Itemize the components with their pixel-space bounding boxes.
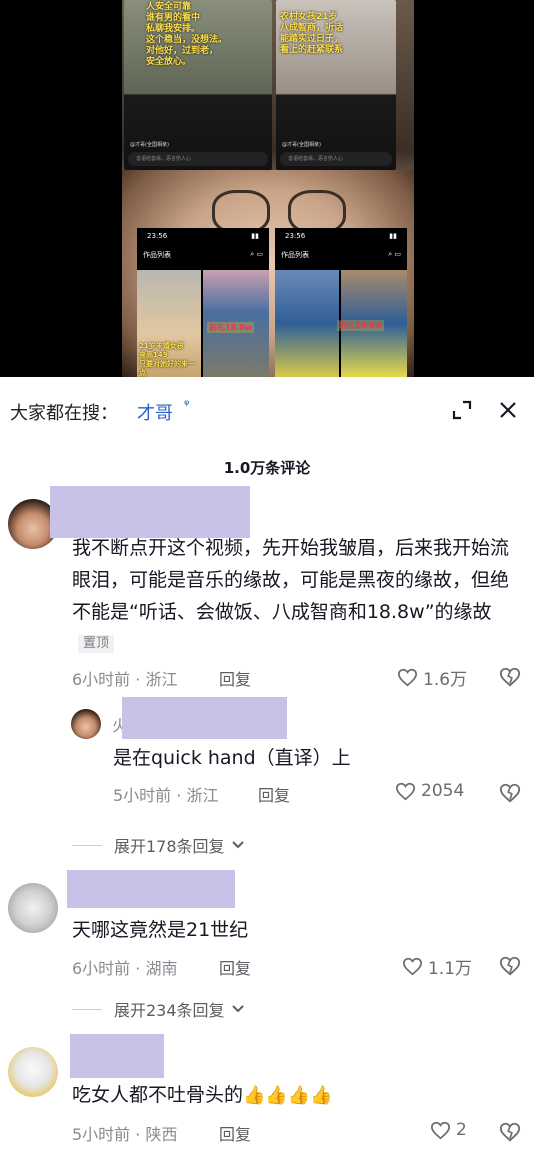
- video-comment-placeholder: 善语结善缘，恶言伤人心: [128, 152, 268, 166]
- reply-time-location: 5小时前 · 浙江: [113, 786, 219, 805]
- expand-replies-button[interactable]: 展开178条回复: [72, 833, 245, 857]
- phone-nav-title: 作品列表: [143, 251, 171, 259]
- price-sticker: 彩礼18.8w: [207, 322, 255, 333]
- like-count: 1.6万: [423, 670, 468, 690]
- dislike-icon[interactable]: [499, 666, 521, 688]
- reply-text[interactable]: 是在quick hand（直译）上: [113, 742, 351, 774]
- video-caption: 农村女孩21岁 八成智商，听话 能踏实过日子， 看上的赶紧联系: [280, 12, 344, 55]
- avatar[interactable]: [8, 1047, 58, 1097]
- dislike-icon[interactable]: [499, 782, 521, 804]
- expand-replies-button[interactable]: 展开234条回复: [72, 997, 245, 1021]
- phone-screenshot: 23:56 ▮▮ 作品列表 ⌕ ▭ 彩礼18.8w: [275, 228, 407, 377]
- dislike-icon[interactable]: [499, 955, 521, 977]
- like-button[interactable]: 2: [430, 1120, 467, 1140]
- chevron-down-icon: [231, 1005, 244, 1013]
- like-button[interactable]: 1.6万: [397, 665, 467, 690]
- avatar[interactable]: [71, 709, 101, 739]
- comment-time-location: 6小时前 · 浙江: [72, 670, 178, 689]
- like-count: 1.1万: [428, 959, 473, 979]
- comment-text[interactable]: 天哪这竟然是21世纪: [72, 914, 248, 946]
- price-sticker: 彩礼18.8w: [337, 320, 385, 331]
- reply-button[interactable]: 回复: [258, 782, 290, 806]
- heart-icon: [397, 668, 418, 687]
- like-button[interactable]: 1.1万: [402, 954, 472, 979]
- comment-time-location: 5小时前 · 陕西: [72, 1125, 178, 1144]
- redacted-username: [67, 870, 235, 908]
- video-player[interactable]: @才哥(全国相亲) 善语结善缘，恶言伤人心 人安全可靠 谁有男的看中 私聊我安排…: [0, 0, 534, 377]
- video-author: @才哥(全国相亲): [282, 142, 321, 148]
- like-count: 2054: [421, 781, 465, 801]
- phone-nav-title: 作品列表: [281, 251, 309, 259]
- search-icon[interactable]: ᵠ: [184, 398, 189, 413]
- like-button[interactable]: 2054: [395, 781, 464, 801]
- comment-count-title: 1.0万条评论: [223, 459, 311, 477]
- comment-text[interactable]: 吃女人都不吐骨头的👍👍👍👍: [72, 1079, 333, 1112]
- video-comment-placeholder: 善语结善缘，恶言伤人心: [280, 152, 392, 166]
- dislike-icon[interactable]: [499, 1121, 521, 1143]
- expand-icon[interactable]: [451, 399, 473, 421]
- thumbnail: [275, 270, 339, 377]
- redacted-username: [122, 697, 287, 739]
- thumbs-up-emoji: 👍👍👍👍: [243, 1085, 333, 1106]
- phone-time: 23:56: [147, 232, 168, 240]
- expand-replies-label: 展开234条回复: [114, 1001, 225, 1020]
- chevron-down-icon: [231, 841, 244, 849]
- thumbnail-caption: 21岁未婚女孩 身高149 只要对她好的来一点: [139, 342, 195, 377]
- video-author: @才哥(全国相亲): [130, 142, 169, 148]
- pinned-badge: 置顶: [78, 635, 115, 653]
- reply-button[interactable]: 回复: [219, 1121, 251, 1145]
- close-icon[interactable]: [497, 399, 519, 421]
- heart-icon: [430, 1121, 451, 1139]
- reply-button[interactable]: 回复: [219, 666, 251, 690]
- like-count: 2: [456, 1120, 467, 1140]
- heart-icon: [402, 957, 423, 976]
- expand-replies-label: 展开178条回复: [114, 837, 225, 856]
- search-prefix-label: 大家都在搜：: [10, 403, 118, 424]
- search-suggestion-link[interactable]: 才哥: [137, 399, 173, 425]
- redacted-username: [70, 1034, 164, 1078]
- phone-screenshot: 23:56 ▮▮ 作品列表 ⌕ ▭ 彩礼18.8w 21岁未婚女孩 身高149 只要…: [137, 228, 269, 377]
- comment-time-location: 6小时前 · 湖南: [72, 959, 178, 978]
- heart-icon: [395, 782, 416, 800]
- comment-text[interactable]: 我不断点开这个视频，先开始我皱眉，后来我开始流眼泪，可能是音乐的缘故，可能是黑夜…: [72, 532, 527, 660]
- redacted-username: [50, 486, 250, 538]
- avatar[interactable]: [8, 883, 58, 933]
- video-caption: 人安全可靠 谁有男的看中 私聊我安排。 这个稳当，没想法。 对他好，过到老， 安…: [146, 2, 228, 67]
- reply-button[interactable]: 回复: [219, 955, 251, 979]
- phone-time: 23:56: [285, 232, 306, 240]
